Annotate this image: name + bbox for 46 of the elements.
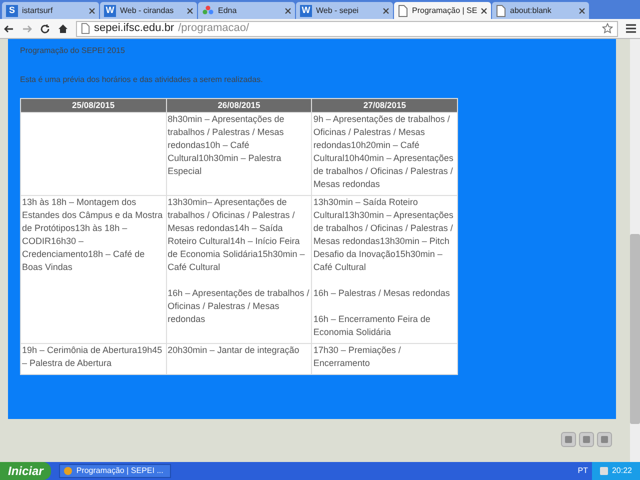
schedule-text: 8h30min – Apresentações de trabalhos / Palestras / Mesas redondas10h – Café Cultural10h30min – Palestra Especial: [168, 113, 286, 178]
schedule-text: 16h – Palestras / Mesas redondas: [313, 287, 451, 300]
close-icon[interactable]: [383, 8, 389, 14]
letter-logo-icon: S: [6, 4, 18, 16]
browser-tab[interactable]: W Web - sepei: [296, 2, 393, 19]
browser-tab[interactable]: Edna: [198, 2, 295, 19]
schedule-text: 20h30min – Jantar de integração: [168, 344, 300, 357]
menu-icon[interactable]: [626, 24, 636, 33]
browser-tab[interactable]: W Web - cirandas: [100, 2, 197, 19]
schedule-text: 19h – Cerimônia de Abertura19h45 – Palestra de Abertura: [22, 344, 164, 370]
schedule-text: 9h – Apresentações de trabalhos / Oficinas / Palestras / Mesas redondas10h20min – Café Cultural10h40min – Apresentações de trabalhos / Oficinas / Palestras / Mesas redondas: [313, 113, 454, 191]
back-icon[interactable]: [4, 24, 14, 32]
column-header: 27/08/2015: [312, 98, 458, 112]
column-header: 26/08/2015: [166, 98, 312, 112]
letter-logo-icon: W: [300, 4, 312, 16]
column-header: 25/08/2015: [20, 98, 166, 112]
address-bar[interactable]: sepei.ifsc.edu.br /programacao/: [76, 20, 618, 36]
clock: 20:22: [612, 465, 632, 477]
browser-tab[interactable]: Programação | SE: [394, 2, 491, 19]
close-icon[interactable]: [285, 8, 291, 14]
schedule-text: 16h – Encerramento Feira de Economia Solidária: [313, 313, 432, 339]
browser-logo-icon: [64, 467, 72, 475]
page-icon: [496, 4, 506, 16]
page-icon: [81, 23, 90, 34]
schedule-text: 13h30min – Saída Roteiro Cultural13h30min – Apresentações de trabalhos / Oficinas / Palestras / Mesas redondas13h30min – Pitch Desafio da Inovação15h30min – Café Cultural: [313, 196, 454, 274]
close-icon[interactable]: [89, 8, 95, 14]
schedule-text: 17h30 – Premiações / Encerramento: [313, 344, 402, 370]
reload-icon[interactable]: [40, 24, 50, 34]
browser-tab[interactable]: about:blank: [492, 2, 589, 19]
schedule-text: 13h às 18h – Montagem dos Estandes dos Câmpus e da Mostra de Protótipos13h às 18h – CODIR16h30 – Credenciamento18h – Café de Boas Vindas: [22, 196, 164, 274]
page-heading: Programação do SEPEI 2015: [20, 45, 126, 57]
letter-logo-icon: W: [104, 4, 116, 16]
taskbar-window-button[interactable]: Programação | SEPEI ...: [59, 464, 172, 478]
schedule-text: 13h30min– Apresentações de trabalhos / Oficinas / Palestras / Mesas redondas14h – Saída Roteiro Cultural14h – Início Feira de Economia Solidária15h30min – Café Cultural: [168, 196, 306, 274]
intro-text: Esta é uma prévia dos horários e das atividades a serem realizadas.: [20, 74, 264, 86]
start-button[interactable]: Iniciar: [0, 462, 52, 480]
close-icon[interactable]: [579, 8, 585, 14]
browser-tab[interactable]: S istartsurf: [2, 2, 99, 19]
language-indicator: PT: [578, 465, 588, 477]
home-icon[interactable]: [58, 24, 68, 34]
star-icon[interactable]: [602, 23, 613, 34]
flower-icon: [202, 4, 214, 16]
close-icon[interactable]: [481, 8, 488, 14]
page-icon: [398, 4, 408, 16]
close-icon[interactable]: [187, 8, 193, 14]
schedule-text: 16h – Apresentações de trabalhos / Oficinas / Palestras / Mesas redondas: [168, 287, 310, 326]
